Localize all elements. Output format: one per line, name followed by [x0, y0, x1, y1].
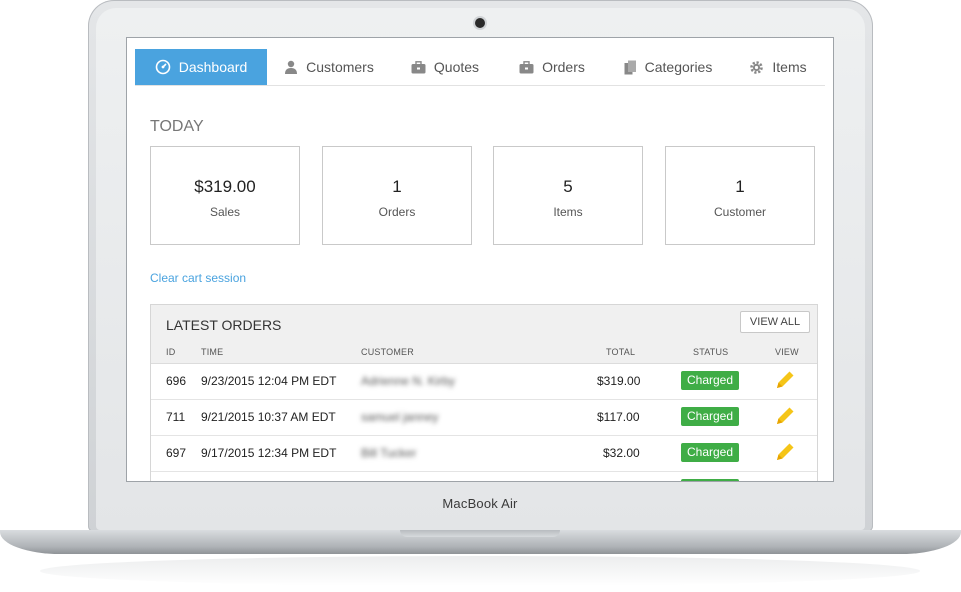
- order-total: $319.00: [597, 374, 641, 388]
- stat-label: Orders: [378, 205, 416, 219]
- order-time: 9/17/2015 12:34 PM EDT: [201, 446, 337, 460]
- tab-dashboard[interactable]: Dashboard: [135, 49, 267, 85]
- tab-customers[interactable]: Customers: [267, 49, 391, 85]
- stat-value: 1: [392, 177, 402, 196]
- status-badge-partial: [681, 479, 739, 481]
- status-badge: Charged: [681, 407, 739, 426]
- stat-label: Customer: [713, 205, 766, 219]
- gear-icon: [749, 60, 764, 75]
- order-customer: samuel janney: [361, 410, 439, 424]
- app-screen: Dashboard Customers Quotes Orders Catego…: [127, 38, 833, 481]
- pencil-icon[interactable]: [774, 369, 796, 394]
- table-row-partial: [151, 471, 817, 481]
- order-id: 696: [166, 374, 187, 388]
- order-time: 9/21/2015 10:37 AM EDT: [201, 410, 336, 424]
- tab-label: Orders: [542, 59, 585, 75]
- col-header-view: VIEW: [775, 347, 799, 357]
- col-header-status: STATUS: [693, 347, 729, 357]
- col-header-id: ID: [166, 347, 176, 357]
- clear-cart-session-link[interactable]: Clear cart session: [150, 271, 246, 285]
- tab-label: Categories: [644, 59, 713, 75]
- stat-value: $319.00: [194, 177, 256, 196]
- table-row: 696 9/23/2015 12:04 PM EDT Adrienne N. K…: [151, 363, 817, 400]
- col-header-customer: CUSTOMER: [361, 347, 414, 357]
- panel-header: LATEST ORDERS VIEW ALL ID TIME CUSTOMER …: [151, 305, 817, 364]
- laptop-brand-label: MacBook Air: [442, 496, 518, 511]
- stat-card-items: 5 Items: [493, 146, 643, 245]
- order-id: 711: [166, 410, 186, 424]
- laptop-notch: [400, 530, 560, 537]
- stat-card-customer: 1 Customer: [665, 146, 815, 245]
- briefcase-icon: [411, 60, 426, 74]
- table-row: 711 9/21/2015 10:37 AM EDT samuel janney…: [151, 399, 817, 436]
- order-customer: Adrienne N. Kirby: [361, 374, 456, 388]
- tab-label: Customers: [306, 59, 374, 75]
- status-badge: Charged: [681, 371, 739, 390]
- pencil-icon[interactable]: [774, 441, 796, 466]
- order-total: $117.00: [597, 410, 640, 424]
- laptop-reflection: [40, 556, 920, 586]
- tab-items[interactable]: Items: [731, 49, 825, 85]
- col-header-time: TIME: [201, 347, 224, 357]
- order-id: 697: [166, 446, 187, 460]
- tab-categories[interactable]: Categories: [605, 49, 731, 85]
- panel-title: LATEST ORDERS: [166, 317, 282, 333]
- stat-card-orders: 1 Orders: [322, 146, 472, 245]
- order-time: 9/23/2015 12:04 PM EDT: [201, 374, 337, 388]
- table-row: 697 9/17/2015 12:34 PM EDT Bill Tucker $…: [151, 435, 817, 472]
- tab-quotes[interactable]: Quotes: [391, 49, 499, 85]
- dashboard-icon: [155, 59, 171, 75]
- stat-label: Items: [553, 205, 583, 219]
- stat-value: 1: [735, 177, 745, 196]
- tab-orders[interactable]: Orders: [499, 49, 605, 85]
- order-total: $32.00: [603, 446, 640, 460]
- today-heading: TODAY: [150, 118, 204, 135]
- tab-label: Quotes: [433, 59, 480, 75]
- main-nav: Dashboard Customers Quotes Orders Catego…: [135, 49, 825, 86]
- view-all-button[interactable]: VIEW ALL: [740, 311, 810, 333]
- pencil-icon[interactable]: [774, 405, 796, 430]
- col-header-total: TOTAL: [606, 347, 636, 357]
- stat-value: 5: [563, 177, 573, 196]
- stat-label: Sales: [209, 205, 241, 219]
- files-icon: [624, 60, 637, 75]
- order-customer: Bill Tucker: [361, 446, 417, 460]
- user-icon: [284, 60, 298, 74]
- stat-card-sales: $319.00 Sales: [150, 146, 300, 245]
- tab-label: Dashboard: [178, 59, 248, 75]
- webcam: [475, 18, 485, 28]
- tab-label: Items: [772, 59, 807, 75]
- latest-orders-panel: LATEST ORDERS VIEW ALL ID TIME CUSTOMER …: [150, 304, 818, 481]
- status-badge: Charged: [681, 443, 739, 462]
- briefcase-icon: [519, 60, 534, 74]
